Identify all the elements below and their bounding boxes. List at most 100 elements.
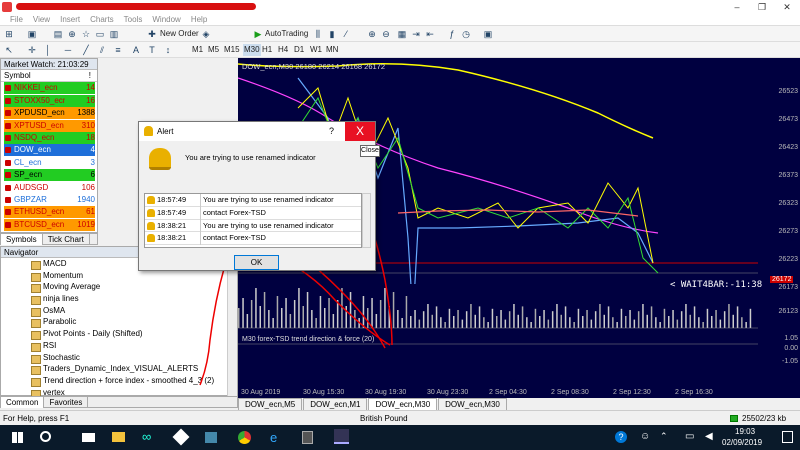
alert-history-row[interactable]: 18:57:49 You are trying to use renamed in…: [145, 194, 361, 207]
label-icon[interactable]: T: [146, 44, 158, 56]
tile-icon[interactable]: ▦: [396, 28, 408, 40]
indicators-icon[interactable]: ƒ: [446, 28, 458, 40]
menu-insert[interactable]: Insert: [60, 14, 80, 26]
people-tray-icon[interactable]: ☺: [640, 431, 650, 442]
navigator-item[interactable]: Parabolic: [1, 316, 237, 329]
navigator-item[interactable]: Momentum: [1, 270, 237, 282]
market-watch-row[interactable]: SP_ecn 6: [1, 169, 97, 182]
tf-m1[interactable]: M1: [192, 44, 203, 56]
periods-icon[interactable]: ◷: [460, 28, 472, 40]
tray-chevron-icon[interactable]: ⌃: [660, 431, 668, 442]
candle-chart-icon[interactable]: ▮: [326, 28, 338, 40]
close-window-button[interactable]: ✕: [775, 0, 799, 14]
menu-help[interactable]: Help: [191, 14, 207, 26]
menu-view[interactable]: View: [33, 14, 50, 26]
tf-m15[interactable]: M15: [224, 44, 240, 56]
edge-icon[interactable]: e: [270, 431, 277, 444]
vertical-line-icon[interactable]: │: [42, 44, 54, 56]
market-watch-row[interactable]: CL_ecn 3: [1, 156, 97, 169]
volume-icon[interactable]: ◀: [705, 431, 713, 442]
text-icon[interactable]: A: [130, 44, 142, 56]
navigator-item[interactable]: OsMA: [1, 305, 237, 317]
chrome-icon[interactable]: [238, 431, 251, 444]
scroll-icon[interactable]: ⇥: [410, 28, 422, 40]
tf-h4[interactable]: H4: [278, 44, 288, 56]
templates-icon[interactable]: ▣: [482, 28, 494, 40]
trendline-icon[interactable]: ╱: [80, 44, 92, 56]
search-icon[interactable]: [40, 431, 51, 442]
navigator-item[interactable]: ninja lines: [1, 293, 237, 305]
tab-symbols[interactable]: Symbols: [1, 234, 43, 245]
folder-icon[interactable]: [112, 432, 125, 442]
navigator-icon[interactable]: ☆: [80, 28, 92, 40]
navigator-item[interactable]: RSI: [1, 340, 237, 352]
notifications-icon[interactable]: [782, 431, 793, 443]
list-scrollbar[interactable]: [362, 193, 371, 248]
data-window-icon[interactable]: ⊕: [66, 28, 78, 40]
zoom-in-icon[interactable]: ⊕: [366, 28, 378, 40]
minimize-button[interactable]: –: [725, 0, 749, 14]
new-order-button[interactable]: New Order: [160, 28, 199, 40]
tf-m30[interactable]: M30: [243, 44, 261, 56]
market-watch-row[interactable]: NIKKEI_ecn 14: [1, 82, 97, 95]
menu-tools[interactable]: Tools: [124, 14, 143, 26]
zoom-out-icon[interactable]: ⊖: [380, 28, 392, 40]
maximize-button[interactable]: ❐: [750, 0, 774, 14]
autotrading-icon[interactable]: ▶: [252, 28, 264, 40]
shift-icon[interactable]: ⇤: [424, 28, 436, 40]
alert-close-button[interactable]: X: [345, 122, 375, 141]
navigator-item[interactable]: Trend direction + force index - smoothed…: [1, 375, 237, 387]
market-watch-row[interactable]: GBPZAR 1940: [1, 193, 97, 206]
market-watch-row[interactable]: BTCUSD_ecn 1019: [1, 218, 97, 231]
help-tray-icon[interactable]: ?: [615, 431, 627, 443]
clock-time[interactable]: 19:03: [735, 427, 755, 436]
dropbox-icon[interactable]: [172, 428, 190, 446]
network-icon[interactable]: ▭: [685, 431, 694, 442]
bar-chart-icon[interactable]: ⫼: [312, 28, 324, 40]
alert-history-row[interactable]: 18:38:21 contact Forex-TSD: [145, 232, 361, 246]
navigator-item[interactable]: Traders_Dynamic_Index_VISUAL_ALERTS: [1, 363, 237, 375]
infinity-app-icon[interactable]: ∞: [142, 429, 151, 444]
ok-button[interactable]: OK: [234, 255, 279, 270]
alert-history-row[interactable]: 18:38:21 You are trying to use renamed in…: [145, 219, 361, 233]
crosshair-icon[interactable]: ✛: [26, 44, 38, 56]
windows-start-icon[interactable]: [12, 432, 23, 443]
cursor-icon[interactable]: ↖: [3, 44, 15, 56]
market-watch-row[interactable]: NSDQ_ecn 18: [1, 131, 97, 144]
channel-icon[interactable]: ⫽: [96, 44, 108, 56]
tf-h1[interactable]: H1: [262, 44, 272, 56]
tab-favorites[interactable]: Favorites: [44, 397, 89, 408]
meta-editor-icon[interactable]: ◈: [200, 28, 212, 40]
navigator-item[interactable]: Moving Average: [1, 281, 237, 294]
fibo-icon[interactable]: ≡: [112, 44, 124, 56]
market-watch-row[interactable]: AUDSGD 106: [1, 181, 97, 194]
tf-w1[interactable]: W1: [310, 44, 322, 56]
market-watch-row[interactable]: STOXX50_ecn 16: [1, 94, 97, 107]
clock-date[interactable]: 02/09/2019: [722, 438, 762, 447]
new-chart-icon[interactable]: ⊞: [3, 28, 15, 40]
mail-icon[interactable]: [82, 433, 95, 442]
tf-m5[interactable]: M5: [208, 44, 219, 56]
alert-history-row[interactable]: 18:21:24: [145, 245, 361, 247]
navigator-item[interactable]: Pivot Points - Daily (Shifted): [1, 328, 237, 340]
alert-history-row[interactable]: 18:57:49 contact Forex-TSD: [145, 206, 361, 220]
menu-charts[interactable]: Charts: [90, 14, 114, 26]
tf-d1[interactable]: D1: [294, 44, 304, 56]
market-watch-row[interactable]: XPDUSD_ecn 1388: [1, 107, 97, 120]
terminal-icon[interactable]: ▭: [94, 28, 106, 40]
menu-window[interactable]: Window: [152, 14, 180, 26]
tab-tick-chart[interactable]: Tick Chart: [43, 234, 90, 245]
tab-common[interactable]: Common: [1, 397, 45, 408]
help-button[interactable]: ?: [329, 126, 334, 136]
arrows-icon[interactable]: ↕: [162, 44, 174, 56]
store-icon[interactable]: [205, 432, 217, 443]
tf-mn[interactable]: MN: [326, 44, 338, 56]
horizontal-line-icon[interactable]: ─: [62, 44, 74, 56]
navigator-item[interactable]: Stochastic: [1, 352, 237, 364]
navigator-scrollbar[interactable]: [227, 258, 237, 396]
market-watch-row[interactable]: DOW_ecn 4: [1, 144, 97, 157]
autotrading-button[interactable]: AutoTrading: [265, 28, 308, 40]
tester-icon[interactable]: ▥: [108, 28, 120, 40]
metatrader-icon[interactable]: [334, 429, 349, 444]
calculator-icon[interactable]: [302, 431, 313, 444]
